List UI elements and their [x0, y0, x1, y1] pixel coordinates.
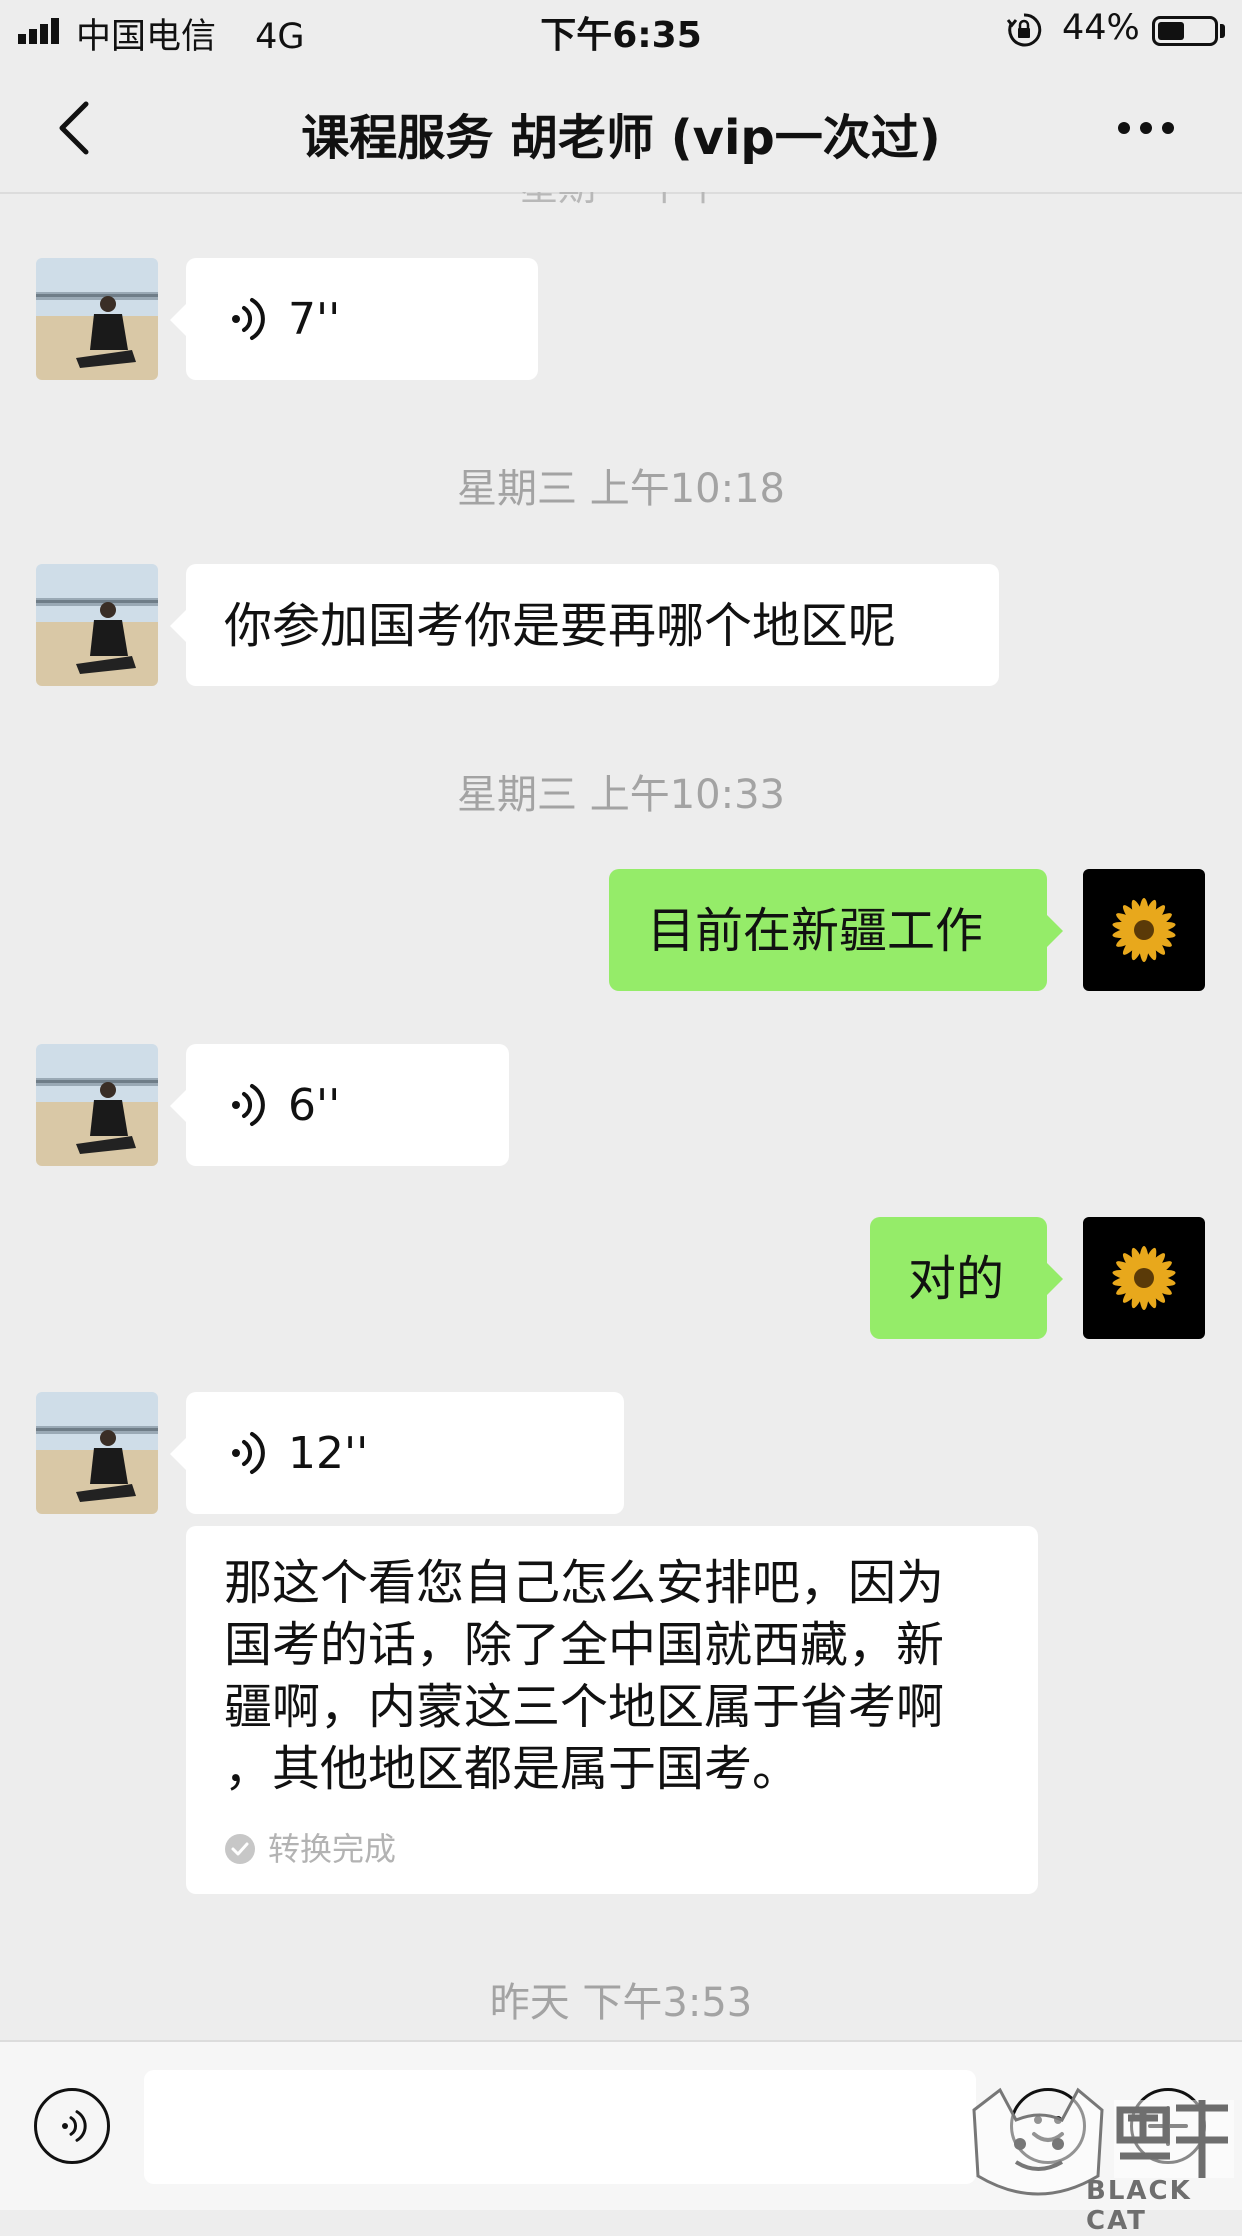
chat-title: 课程服务 胡老师 (vip一次过) [301, 110, 941, 166]
avatar-beach-photo [36, 258, 158, 380]
message-text: 你参加国考你是要再哪个地区呢 [224, 598, 897, 654]
more-options-icon[interactable] [1118, 122, 1174, 136]
battery-icon [1152, 16, 1218, 46]
self-avatar[interactable] [1083, 1217, 1205, 1339]
contact-avatar[interactable] [36, 1392, 158, 1514]
voice-wave-icon [62, 2110, 87, 2142]
text-message-self[interactable]: 目前在新疆工作 [609, 869, 1063, 991]
voice-message[interactable]: 7'' [170, 258, 538, 380]
avatar-beach-photo [36, 564, 158, 686]
check-circle-icon [225, 1834, 255, 1864]
contact-avatar[interactable] [36, 1044, 158, 1166]
timestamp: 昨天 下午3:53 [489, 1980, 753, 2026]
voice-duration: 6'' [288, 1079, 341, 1131]
transcription-line: 国考的话，除了全中国就西藏，新 [224, 1617, 945, 1673]
text-message-self[interactable]: 对的 [870, 1217, 1063, 1339]
avatar-beach-photo [36, 1392, 158, 1514]
message-list[interactable]: 星期一 下午 7'' 星期三 上午10:18 你参加国考 [0, 192, 1242, 2040]
voice-duration: 7'' [288, 293, 341, 345]
transcription-line: 那这个看您自己怎么安排吧，因为 [224, 1555, 945, 1611]
status-bar: 中国电信 4G 下午6:35 44% [0, 0, 1242, 62]
navigation-bar: 课程服务 胡老师 (vip一次过) [0, 62, 1242, 194]
voice-wave-icon [232, 1432, 265, 1474]
voice-duration: 12'' [288, 1427, 369, 1479]
voice-wave-icon [232, 1084, 265, 1126]
voice-message[interactable]: 6'' [170, 1044, 509, 1166]
battery-cap [1220, 24, 1225, 38]
orientation-lock-icon [1006, 13, 1042, 47]
timestamp-partial: 星期一 下午 [0, 192, 1242, 211]
message-text: 对的 [908, 1251, 1005, 1307]
contact-avatar[interactable] [36, 258, 158, 380]
message-input[interactable] [144, 2070, 976, 2184]
battery-percent: 44% [1062, 8, 1140, 48]
flower-icon [1083, 1217, 1205, 1339]
voice-transcription[interactable]: 那这个看您自己怎么安排吧，因为 国考的话，除了全中国就西藏，新 疆啊，内蒙这三个… [186, 1526, 1038, 1894]
transcription-status: 转换完成 [224, 1818, 1000, 1880]
avatar-beach-photo [36, 1044, 158, 1166]
transcription-line: 疆啊，内蒙这三个地区属于省考啊 [224, 1679, 945, 1735]
watermark-text: BLACK CAT [1086, 2176, 1192, 2236]
transcription-line: ，其他地区都是属于国考。 [224, 1741, 801, 1797]
timestamp: 星期三 上午10:33 [457, 772, 785, 818]
battery-level-fill [1158, 22, 1185, 40]
status-time: 下午6:35 [540, 15, 702, 56]
transcription-status-text: 转换完成 [268, 1830, 397, 1868]
voice-input-button[interactable] [34, 2088, 110, 2164]
contact-avatar[interactable] [36, 564, 158, 686]
flower-icon [1083, 869, 1205, 991]
voice-wave-icon [232, 298, 265, 340]
text-message[interactable]: 你参加国考你是要再哪个地区呢 [170, 564, 999, 686]
timestamp: 星期三 上午10:18 [457, 466, 785, 512]
voice-message[interactable]: 12'' [170, 1392, 624, 1514]
message-text: 目前在新疆工作 [647, 903, 984, 959]
self-avatar[interactable] [1083, 869, 1205, 991]
